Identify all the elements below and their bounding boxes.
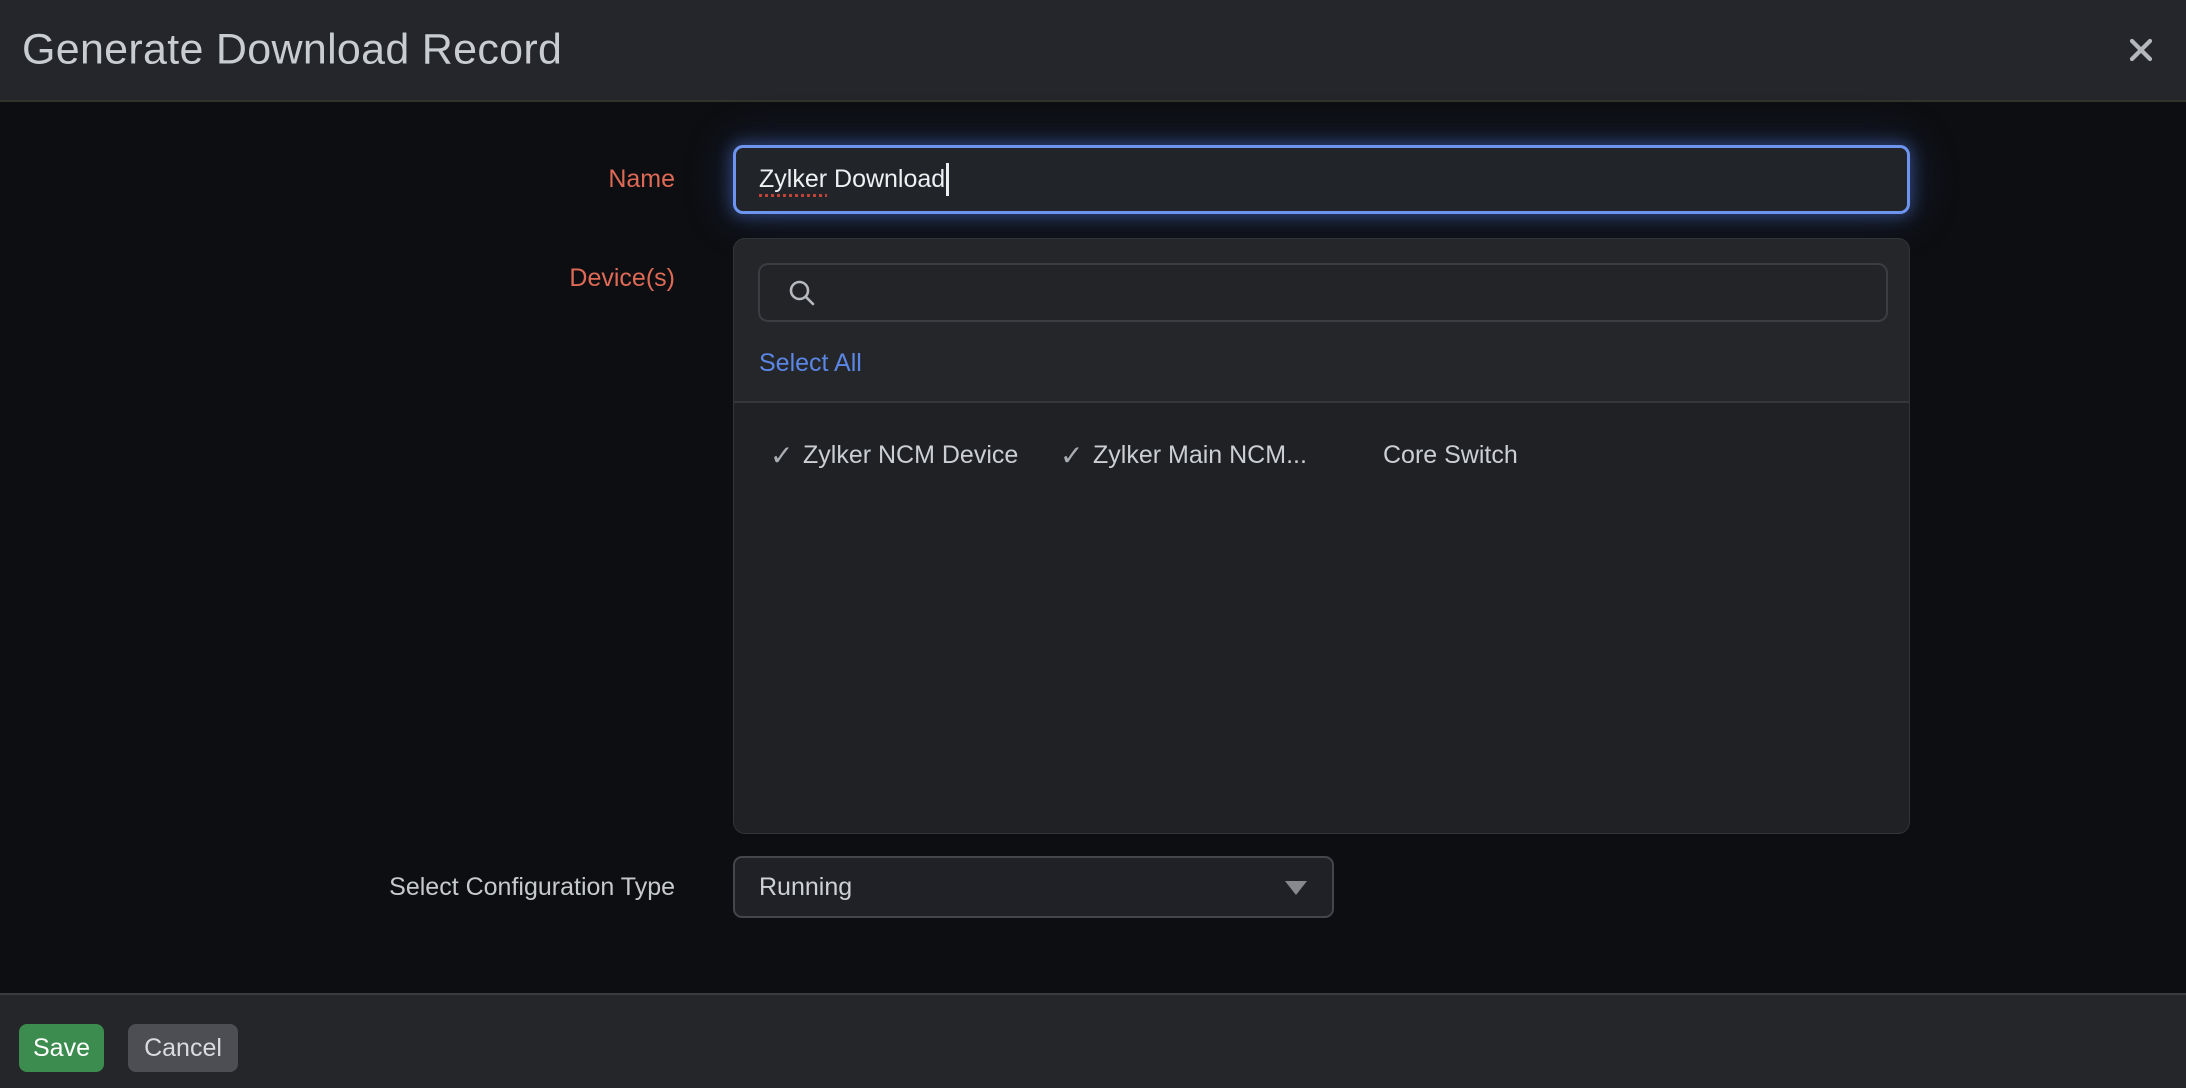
device-item[interactable]: ✓ Zylker NCM Device (770, 441, 1060, 470)
device-item[interactable]: ✓ Zylker Main NCM... (1060, 441, 1350, 470)
config-type-dropdown[interactable]: Running (733, 856, 1334, 918)
checkmark-icon: ✓ (770, 442, 803, 470)
device-picker-toolbar: Select All (734, 239, 1909, 401)
close-icon (2124, 33, 2158, 67)
name-label: Name (0, 166, 675, 193)
config-type-selected-value: Running (759, 873, 852, 902)
close-button[interactable] (2120, 29, 2162, 71)
device-list: ✓ Zylker NCM Device ✓ Zylker Main NCM...… (734, 401, 1909, 833)
device-item-label: Core Switch (1383, 441, 1518, 470)
cancel-button[interactable]: Cancel (128, 1024, 238, 1072)
generate-download-record-dialog: Generate Download Record Name Zylker Dow… (0, 0, 2186, 1088)
device-item[interactable]: ✓ Core Switch (1350, 441, 1640, 470)
dropdown-arrow-icon (1285, 881, 1307, 895)
dialog-footer: Save Cancel (0, 993, 2186, 1088)
save-button[interactable]: Save (19, 1024, 104, 1072)
name-input-value-rest: Download (827, 165, 945, 194)
name-input-value-misspelled: Zylker (759, 165, 827, 194)
checkmark-icon: ✓ (1060, 442, 1093, 470)
select-all-link[interactable]: Select All (759, 349, 862, 378)
device-search-input[interactable] (760, 265, 1886, 320)
device-picker-panel: Select All ✓ Zylker NCM Device ✓ Zylker … (733, 238, 1910, 834)
dialog-header: Generate Download Record (0, 0, 2186, 102)
name-input[interactable]: Zylker Download (733, 145, 1910, 214)
device-item-label: Zylker Main NCM... (1093, 441, 1307, 470)
device-search-box[interactable] (758, 263, 1888, 322)
devices-label: Device(s) (0, 265, 675, 292)
device-item-label: Zylker NCM Device (803, 441, 1018, 470)
dialog-title: Generate Download Record (22, 26, 562, 75)
config-type-label: Select Configuration Type (0, 874, 675, 901)
text-caret (946, 163, 949, 196)
